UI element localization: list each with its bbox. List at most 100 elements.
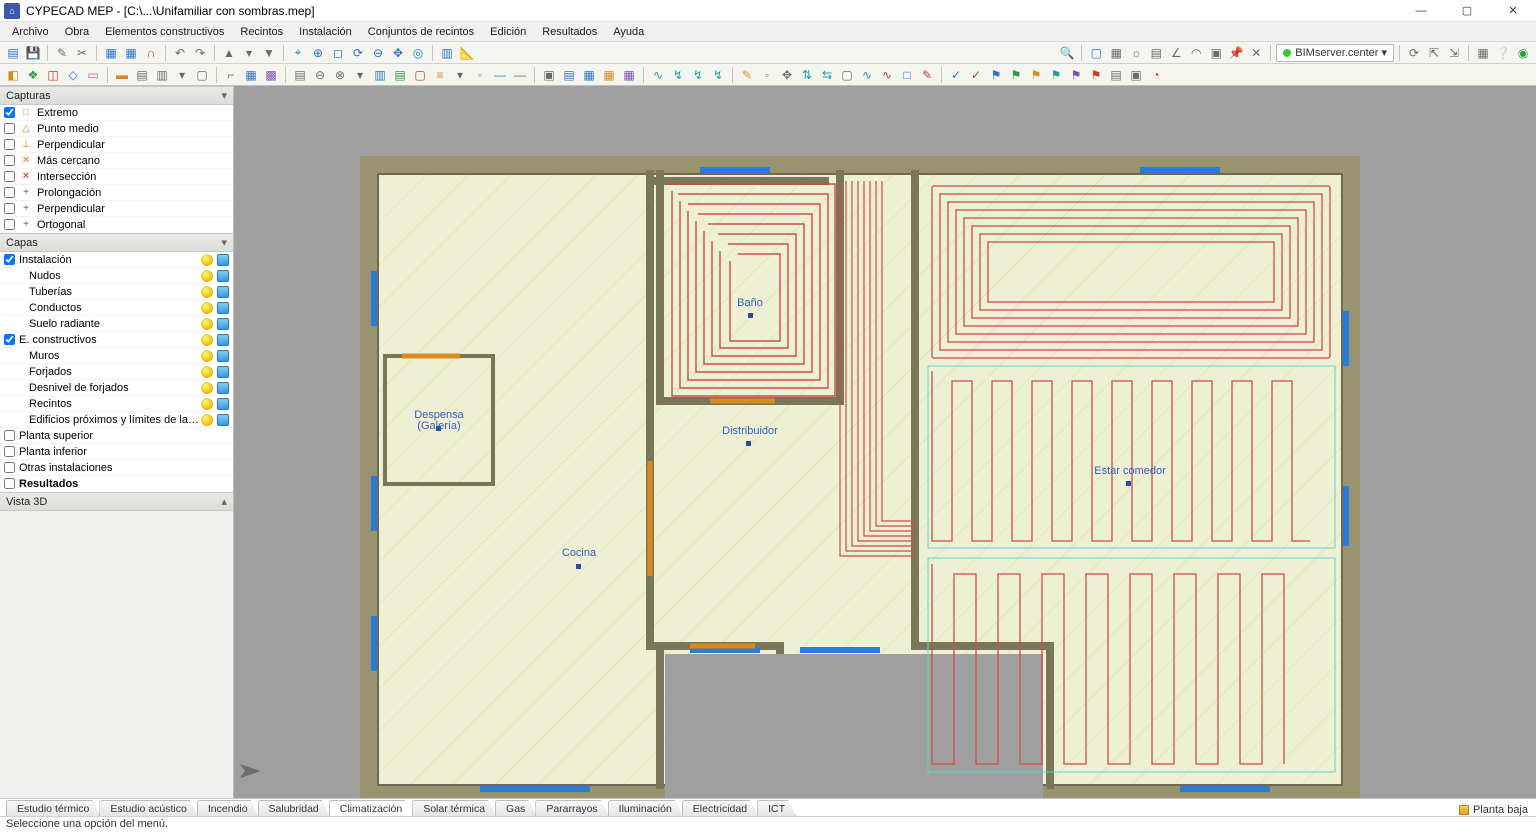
t2-icon-9[interactable]: ▾ — [173, 66, 191, 84]
cube-icon[interactable] — [217, 414, 229, 426]
t2-icon-31[interactable]: ∿ — [649, 66, 667, 84]
tool-zoom-fit-icon[interactable]: ⌖ — [289, 44, 307, 62]
t2-icon-10[interactable]: ▢ — [193, 66, 211, 84]
t2-icon-51[interactable]: ⚑ — [1067, 66, 1085, 84]
layer-tuber-as[interactable]: Tuberías — [0, 284, 233, 300]
cube-icon[interactable] — [217, 334, 229, 346]
tool-view-pin-icon[interactable]: 📌 — [1227, 44, 1245, 62]
bimserver-dropdown[interactable]: BIMserver.center ▾ — [1276, 44, 1394, 62]
tool-search-icon[interactable]: 🔍 — [1058, 44, 1076, 62]
snap-checkbox[interactable] — [4, 219, 15, 230]
tool-about-icon[interactable]: ◉ — [1514, 44, 1532, 62]
tab-ict[interactable]: ICT — [757, 800, 796, 816]
t2-icon-46[interactable]: ✓ — [967, 66, 985, 84]
t2-icon-38[interactable]: ⇅ — [798, 66, 816, 84]
bulb-icon[interactable] — [201, 382, 213, 394]
tool-view-angle-icon[interactable]: ∠ — [1167, 44, 1185, 62]
menu-instalación[interactable]: Instalación — [291, 26, 360, 38]
t2-icon-16[interactable]: ⊗ — [331, 66, 349, 84]
t2-icon-19[interactable]: ▤ — [391, 66, 409, 84]
t2-icon-5[interactable]: ▭ — [84, 66, 102, 84]
layer-checkbox[interactable] — [4, 446, 15, 457]
layer-checkbox[interactable] — [4, 254, 15, 265]
tab-estudio-t-rmico[interactable]: Estudio térmico — [6, 800, 100, 816]
t2-icon-37[interactable]: ✥ — [778, 66, 796, 84]
layer-nudos[interactable]: Nudos — [0, 268, 233, 284]
t2-icon-3[interactable]: ◫ — [44, 66, 62, 84]
tab-climatizaci-n[interactable]: Climatización — [329, 800, 413, 816]
bulb-icon[interactable] — [201, 334, 213, 346]
t2-icon-8[interactable]: ▥ — [153, 66, 171, 84]
snap-checkbox[interactable] — [4, 187, 15, 198]
bulb-icon[interactable] — [201, 318, 213, 330]
snap-ortogonal[interactable]: +Ortogonal — [0, 217, 233, 233]
t2-icon-11[interactable]: ⌐ — [222, 66, 240, 84]
cube-icon[interactable] — [217, 366, 229, 378]
snap-checkbox[interactable] — [4, 155, 15, 166]
t2-icon-29[interactable]: ▦ — [600, 66, 618, 84]
tab-solar-t-rmica[interactable]: Solar térmica — [412, 800, 496, 816]
close-button[interactable]: ✕ — [1490, 0, 1536, 22]
menu-edición[interactable]: Edición — [482, 26, 534, 38]
tool-save-icon[interactable]: 💾 — [24, 44, 42, 62]
t2-icon-12[interactable]: ▦ — [242, 66, 260, 84]
tool-view-arc-icon[interactable]: ◠ — [1187, 44, 1205, 62]
t2-icon-49[interactable]: ⚑ — [1027, 66, 1045, 84]
cube-icon[interactable] — [217, 302, 229, 314]
t2-icon-42[interactable]: ∿ — [878, 66, 896, 84]
tool-zoom-window-icon[interactable]: ◻ — [329, 44, 347, 62]
tool-refresh2-icon[interactable]: ⟳ — [1405, 44, 1423, 62]
cube-icon[interactable] — [217, 318, 229, 330]
layer-resultados[interactable]: Resultados — [0, 476, 233, 492]
cube-icon[interactable] — [217, 286, 229, 298]
drawing-canvas[interactable]: ➤ — [234, 86, 1536, 798]
panel-capas-header[interactable]: Capas ▾ — [0, 233, 233, 252]
tool-view-camera-icon[interactable]: ▣ — [1207, 44, 1225, 62]
t2-icon-48[interactable]: ⚑ — [1007, 66, 1025, 84]
layer-checkbox[interactable] — [4, 334, 15, 345]
tab-electricidad[interactable]: Electricidad — [682, 800, 758, 816]
bulb-icon[interactable] — [201, 398, 213, 410]
t2-icon-39[interactable]: ⇆ — [818, 66, 836, 84]
t2-icon-36[interactable]: ◦ — [758, 66, 776, 84]
menu-ayuda[interactable]: Ayuda — [605, 26, 652, 38]
layer-instalaci-n[interactable]: Instalación — [0, 252, 233, 268]
menu-archivo[interactable]: Archivo — [4, 26, 57, 38]
t2-icon-21[interactable]: ≡ — [431, 66, 449, 84]
panel-vista3d-header[interactable]: Vista 3D ▴ — [0, 492, 233, 511]
snap-perpendicular[interactable]: +Perpendicular — [0, 201, 233, 217]
t2-icon-14[interactable]: ▤ — [291, 66, 309, 84]
tool-view-close-icon[interactable]: ✕ — [1247, 44, 1265, 62]
bulb-icon[interactable] — [201, 270, 213, 282]
t2-icon-28[interactable]: ▦ — [580, 66, 598, 84]
snap-checkbox[interactable] — [4, 123, 15, 134]
t2-icon-32[interactable]: ↯ — [669, 66, 687, 84]
snap-checkbox[interactable] — [4, 203, 15, 214]
tool-cut-icon[interactable]: ✂ — [73, 44, 91, 62]
layer-planta-superior[interactable]: Planta superior — [0, 428, 233, 444]
tab-incendio[interactable]: Incendio — [197, 800, 259, 816]
t2-icon-33[interactable]: ↯ — [689, 66, 707, 84]
tool-grid-a-icon[interactable]: ▦ — [102, 44, 120, 62]
bulb-icon[interactable] — [201, 350, 213, 362]
tool-grid-b-icon[interactable]: ▦ — [122, 44, 140, 62]
tool-redo-icon[interactable]: ↷ — [191, 44, 209, 62]
layer-suelo-radiante[interactable]: Suelo radiante — [0, 316, 233, 332]
bulb-icon[interactable] — [201, 286, 213, 298]
t2-icon-1[interactable]: ◧ — [4, 66, 22, 84]
t2-icon-2[interactable]: ❖ — [24, 66, 42, 84]
tool-measure-icon[interactable]: 📐 — [458, 44, 476, 62]
tool-view-a-icon[interactable]: ▢ — [1087, 44, 1105, 62]
layer-checkbox[interactable] — [4, 430, 15, 441]
tool-pan-icon[interactable]: ✥ — [389, 44, 407, 62]
snap-punto-medio[interactable]: △Punto medio — [0, 121, 233, 137]
tool-view-sun-icon[interactable]: ☼ — [1127, 44, 1145, 62]
tab-pararrayos[interactable]: Pararrayos — [535, 800, 608, 816]
snap-prolongación[interactable]: +Prolongación — [0, 185, 233, 201]
t2-icon-50[interactable]: ⚑ — [1047, 66, 1065, 84]
tool-dropdown-icon[interactable]: ▾ — [240, 44, 258, 62]
layer-recintos[interactable]: Recintos — [0, 396, 233, 412]
menu-elementos-constructivos[interactable]: Elementos constructivos — [97, 26, 232, 38]
cube-icon[interactable] — [217, 350, 229, 362]
t2-icon-47[interactable]: ⚑ — [987, 66, 1005, 84]
